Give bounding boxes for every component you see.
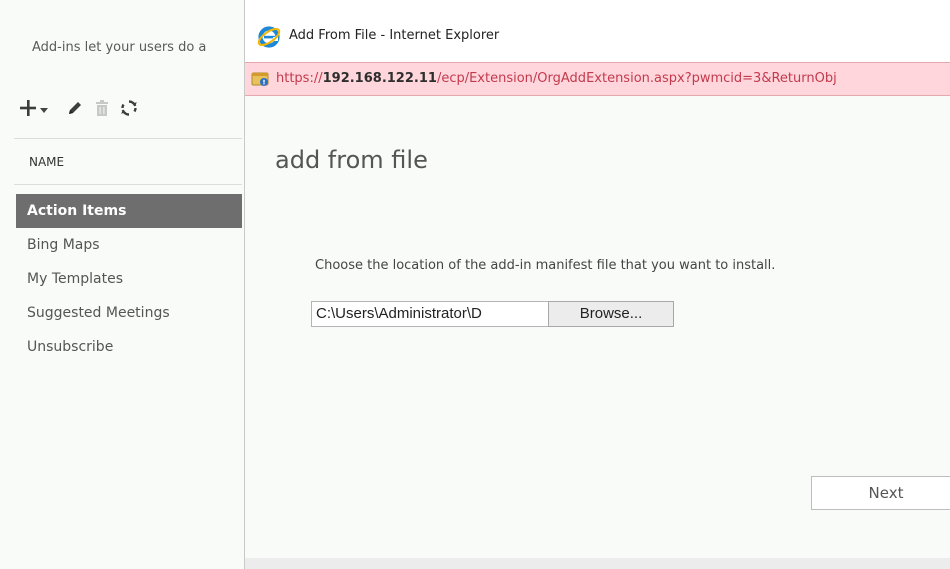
add-ins-pane: Add-ins let your users do a NAME Action … (0, 0, 244, 569)
internet-explorer-icon (257, 25, 281, 49)
refresh-icon[interactable] (120, 94, 138, 122)
next-button[interactable]: Next (811, 476, 950, 510)
file-path-field[interactable]: C:\Users\Administrator\D (311, 301, 548, 327)
address-bar[interactable]: https://192.168.122.11/ecp/Extension/Org… (245, 62, 950, 96)
url-prefix: https:// (276, 71, 323, 86)
add-ins-toolbar (18, 94, 148, 122)
list-item-bing-maps[interactable]: Bing Maps (16, 228, 242, 262)
add-ins-list: Action Items Bing Maps My Templates Sugg… (16, 194, 242, 364)
ie-popup-window: Add From File - Internet Explorer https:… (244, 0, 950, 569)
url-host: 192.168.122.11 (322, 71, 437, 86)
instruction-text: Choose the location of the add-in manife… (315, 258, 776, 273)
list-item-action-items[interactable]: Action Items (16, 194, 242, 228)
certificate-error-icon[interactable] (251, 70, 269, 88)
screen: Add-ins let your users do a NAME Action … (0, 0, 950, 569)
delete-icon[interactable] (94, 94, 110, 122)
list-item-my-templates[interactable]: My Templates (16, 262, 242, 296)
url-path: /ecp/Extension/OrgAddExtension.aspx?pwmc… (436, 71, 837, 86)
dialog-content: add from file Choose the location of the… (245, 96, 950, 558)
address-url[interactable]: https://192.168.122.11/ecp/Extension/Org… (276, 71, 837, 86)
page-title: add from file (275, 146, 428, 174)
chevron-down-icon[interactable] (40, 107, 48, 113)
column-header-name[interactable]: NAME (29, 155, 64, 169)
edit-icon[interactable] (66, 94, 84, 122)
window-bottom-edge (245, 558, 950, 569)
list-item-suggested-meetings[interactable]: Suggested Meetings (16, 296, 242, 330)
list-item-unsubscribe[interactable]: Unsubscribe (16, 330, 242, 364)
browse-button[interactable]: Browse... (548, 301, 674, 327)
window-title: Add From File - Internet Explorer (289, 28, 500, 43)
add-icon[interactable] (18, 94, 56, 122)
divider (14, 138, 242, 139)
window-titlebar[interactable]: Add From File - Internet Explorer (245, 0, 950, 62)
intro-text: Add-ins let your users do a (32, 40, 207, 55)
divider (14, 184, 242, 185)
file-upload-control: C:\Users\Administrator\D Browse... (311, 301, 674, 327)
